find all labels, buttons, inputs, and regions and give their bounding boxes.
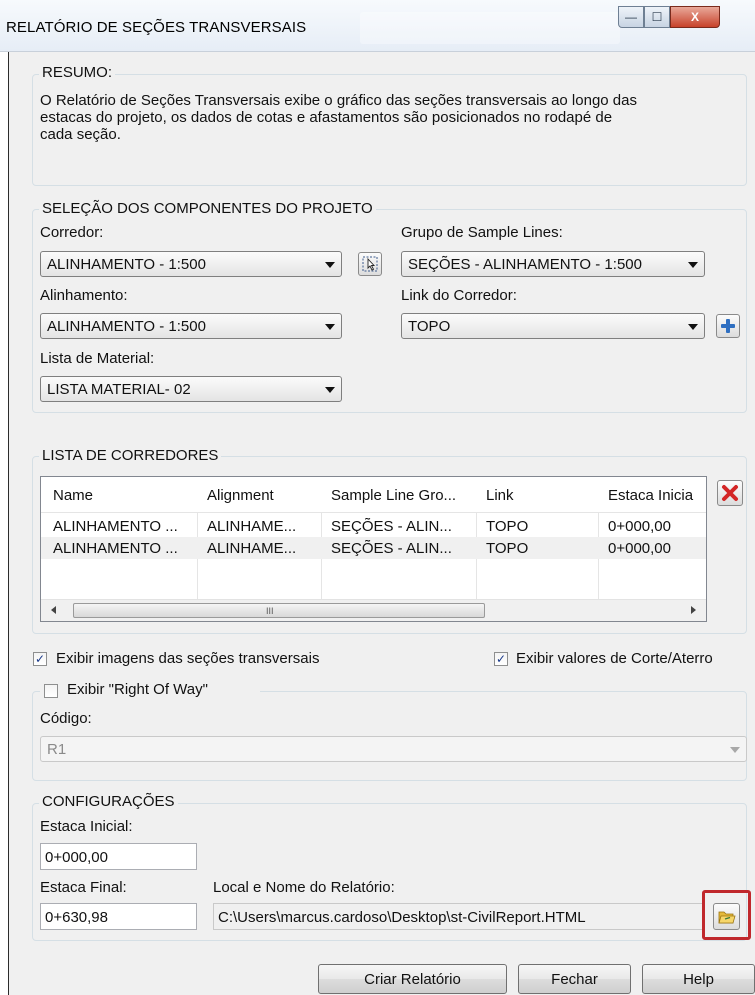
title-bar[interactable]: RELATÓRIO DE SEÇÕES TRANSVERSAIS — ☐ X <box>0 0 755 52</box>
corridors-legend: LISTA DE CORREDORES <box>39 447 222 464</box>
help-button[interactable]: Help <box>642 964 755 994</box>
chevron-down-icon <box>325 262 335 268</box>
close-icon: X <box>690 10 699 24</box>
maximize-button[interactable]: ☐ <box>644 6 670 28</box>
chevron-down-icon <box>688 324 698 330</box>
right-of-way-checkbox[interactable] <box>44 684 58 698</box>
material-label: Lista de Material: <box>40 350 155 367</box>
chevron-down-icon <box>730 747 740 753</box>
cell-sample-line-group: SEÇÕES - ALIN... <box>331 540 452 557</box>
minimize-icon: — <box>625 10 637 24</box>
show-images-checkbox[interactable]: ✓ <box>33 652 47 666</box>
corredor-value: ALINHAMENTO - 1:500 <box>47 256 206 273</box>
code-value: R1 <box>47 741 67 758</box>
end-station-label: Estaca Final: <box>40 879 127 896</box>
maximize-icon: ☐ <box>651 10 663 24</box>
table-row[interactable]: ALINHAMENTO ... ALINHAME... SEÇÕES - ALI… <box>41 537 706 559</box>
cell-sample-line-group: SEÇÕES - ALIN... <box>331 518 452 535</box>
caption-buttons: — ☐ X <box>618 6 755 30</box>
window-title: RELATÓRIO DE SEÇÕES TRANSVERSAIS <box>6 19 307 36</box>
alinhamento-combobox[interactable]: ALINHAMENTO - 1:500 <box>40 313 342 339</box>
corridors-table[interactable]: Name Alignment Sample Line Gro... Link E… <box>40 476 707 622</box>
code-label: Código: <box>40 710 92 727</box>
show-cut-fill-label[interactable]: Exibir valores de Corte/Aterro <box>516 650 713 667</box>
cell-estaca-inicial: 0+000,00 <box>608 518 671 535</box>
corredor-combobox[interactable]: ALINHAMENTO - 1:500 <box>40 251 342 277</box>
config-legend: CONFIGURAÇÕES <box>39 793 178 810</box>
delete-x-icon <box>722 485 738 501</box>
chevron-down-icon <box>325 387 335 393</box>
start-station-label: Estaca Inicial: <box>40 818 133 835</box>
summary-text-line-3: cada seção. <box>40 126 121 143</box>
column-header-name[interactable]: Name <box>53 487 193 504</box>
start-station-value: 0+000,00 <box>45 849 108 866</box>
column-header-estaca-inicial[interactable]: Estaca Inicia <box>608 487 705 504</box>
show-cut-fill-checkbox[interactable]: ✓ <box>494 652 508 666</box>
chevron-down-icon <box>688 262 698 268</box>
material-combobox[interactable]: LISTA MATERIAL- 02 <box>40 376 342 402</box>
summary-text-line-2: estacas do projeto, os dados de cotas e … <box>40 109 613 126</box>
end-station-value: 0+630,98 <box>45 909 108 926</box>
report-path-label: Local e Nome do Relatório: <box>213 879 395 896</box>
summary-text-line-1: O Relatório de Seções Transversais exibe… <box>40 92 637 109</box>
cell-alignment: ALINHAME... <box>207 540 297 557</box>
create-report-button[interactable]: Criar Relatório <box>318 964 507 994</box>
help-label: Help <box>683 970 714 988</box>
column-header-link[interactable]: Link <box>486 487 596 504</box>
sample-group-combobox[interactable]: SEÇÕES - ALINHAMENTO - 1:500 <box>401 251 705 277</box>
chevron-down-icon <box>325 324 335 330</box>
cell-link: TOPO <box>486 518 529 535</box>
sample-group-label: Grupo de Sample Lines: <box>401 224 563 241</box>
table-horizontal-scrollbar[interactable]: III <box>41 599 706 621</box>
browse-folder-button[interactable] <box>713 903 740 930</box>
code-combobox[interactable]: R1 <box>40 736 747 762</box>
plus-icon <box>721 319 735 333</box>
column-header-alignment[interactable]: Alignment <box>207 487 319 504</box>
checkmark-icon: ✓ <box>34 652 46 666</box>
table-row[interactable]: ALINHAMENTO ... ALINHAME... SEÇÕES - ALI… <box>41 515 706 537</box>
delete-corridor-button[interactable] <box>717 480 743 506</box>
alinhamento-label: Alinhamento: <box>40 287 128 304</box>
close-dialog-label: Fechar <box>551 970 598 988</box>
cell-name: ALINHAMENTO ... <box>53 540 178 557</box>
end-station-input[interactable]: 0+630,98 <box>40 903 197 930</box>
cell-name: ALINHAMENTO ... <box>53 518 178 535</box>
components-legend: SELEÇÃO DOS COMPONENTES DO PROJETO <box>39 200 376 217</box>
title-bar-background-ghost <box>360 12 620 44</box>
scrollbar-grip: III <box>266 606 274 616</box>
report-path-value: C:\Users\marcus.cardoso\Desktop\st-Civil… <box>218 909 586 926</box>
close-window-button[interactable]: X <box>670 6 720 28</box>
start-station-input[interactable]: 0+000,00 <box>40 843 197 870</box>
sample-group-value: SEÇÕES - ALINHAMENTO - 1:500 <box>408 256 642 273</box>
folder-icon <box>717 911 736 923</box>
right-of-way-label[interactable]: Exibir "Right Of Way" <box>67 681 208 698</box>
checkmark-icon: ✓ <box>495 652 507 666</box>
scroll-left-icon[interactable] <box>51 606 56 614</box>
alinhamento-value: ALINHAMENTO - 1:500 <box>47 318 206 335</box>
cell-estaca-inicial: 0+000,00 <box>608 540 671 557</box>
minimize-button[interactable]: — <box>618 6 644 28</box>
corredor-label: Corredor: <box>40 224 104 241</box>
material-value: LISTA MATERIAL- 02 <box>47 381 191 398</box>
link-label: Link do Corredor: <box>401 287 517 304</box>
show-images-label[interactable]: Exibir imagens das seções transversais <box>56 650 319 667</box>
cell-link: TOPO <box>486 540 529 557</box>
cell-alignment: ALINHAME... <box>207 518 297 535</box>
close-dialog-button[interactable]: Fechar <box>518 964 631 994</box>
scrollbar-thumb[interactable]: III <box>73 603 485 618</box>
pick-corridor-button[interactable] <box>358 252 382 276</box>
scroll-right-icon[interactable] <box>691 606 696 614</box>
column-header-sample-line-group[interactable]: Sample Line Gro... <box>331 487 473 504</box>
report-path-input[interactable]: C:\Users\marcus.cardoso\Desktop\st-Civil… <box>213 903 705 930</box>
pick-cursor-icon <box>362 256 378 272</box>
link-value: TOPO <box>408 318 451 335</box>
summary-group <box>32 74 747 186</box>
summary-legend: RESUMO: <box>39 64 116 81</box>
create-report-label: Criar Relatório <box>364 970 461 988</box>
table-header: Name Alignment Sample Line Gro... Link E… <box>41 477 706 513</box>
link-combobox[interactable]: TOPO <box>401 313 705 339</box>
add-link-button[interactable] <box>716 314 740 338</box>
